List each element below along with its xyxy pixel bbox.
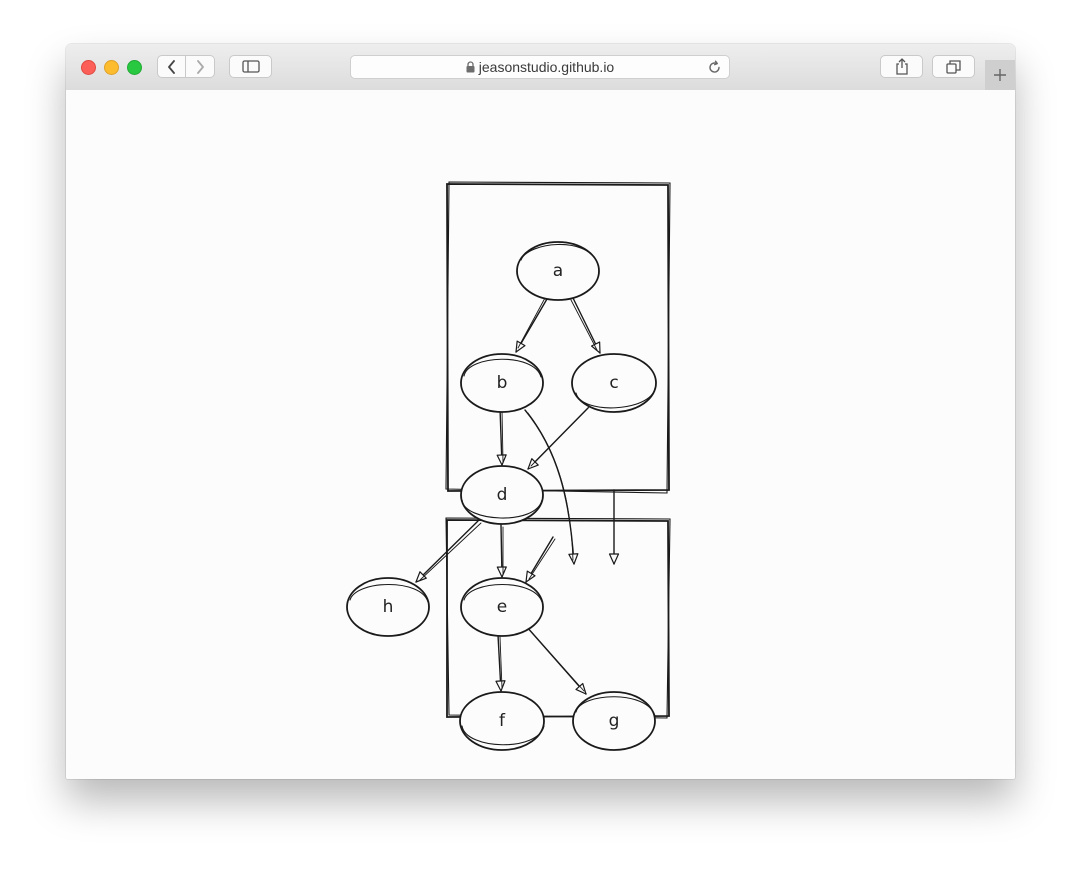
node-e: e [460, 577, 544, 637]
node-d: d [460, 465, 544, 525]
edge-a-b [515, 298, 548, 353]
new-tab-button[interactable] [985, 60, 1015, 90]
tab-overview-button[interactable] [932, 55, 975, 78]
node-e-label: e [497, 597, 507, 617]
url-text: jeasonstudio.github.io [478, 59, 615, 75]
share-button[interactable] [880, 55, 923, 78]
minimize-window-button[interactable] [104, 60, 119, 75]
node-d-label: d [497, 485, 508, 505]
plus-icon [994, 69, 1006, 81]
chevron-left-icon [167, 59, 175, 74]
edge-d-e [496, 524, 507, 578]
edge-a-c [572, 297, 601, 354]
share-icon [895, 58, 908, 75]
close-window-button[interactable] [81, 60, 96, 75]
tabs-icon [946, 59, 961, 74]
node-c-label: c [609, 373, 618, 393]
node-b-label: b [497, 373, 508, 393]
browser-toolbar: jeasonstudio.github.io [66, 44, 1015, 91]
edge-d-e-2 [525, 536, 554, 583]
node-f-label: f [499, 711, 506, 731]
node-g-label: g [609, 711, 620, 731]
cluster-1 [445, 181, 671, 494]
lock-icon [466, 61, 475, 73]
node-a: a [516, 241, 600, 301]
address-bar[interactable]: jeasonstudio.github.io [350, 55, 730, 79]
sidebar-toggle-button[interactable] [229, 55, 272, 78]
node-c: c [571, 353, 657, 413]
node-g: g [572, 691, 656, 751]
reload-icon[interactable] [706, 59, 723, 76]
node-b: b [460, 353, 544, 413]
node-h-label: h [383, 597, 394, 617]
back-button[interactable] [157, 55, 186, 78]
page-content: a b c d h e f g [66, 90, 1015, 779]
chevron-right-icon [197, 59, 204, 74]
node-f: f [459, 691, 545, 751]
forward-button[interactable] [186, 55, 215, 78]
browser-window: jeasonstudio.github.io a b c d h e f g [66, 44, 1015, 779]
sidebar-icon [241, 60, 260, 73]
zoom-window-button[interactable] [127, 60, 142, 75]
node-a-label: a [553, 261, 563, 281]
node-h: h [346, 577, 430, 637]
graph-diagram: a b c d h e f g [346, 181, 671, 751]
